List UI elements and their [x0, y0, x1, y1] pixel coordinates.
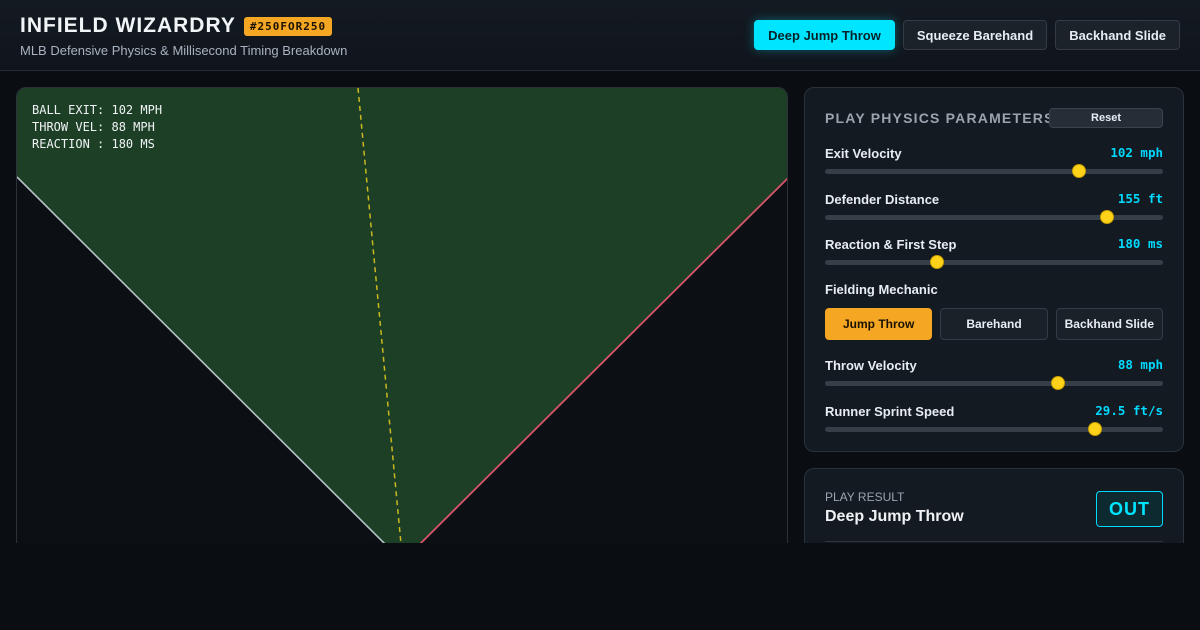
app-title: INFIELD WIZARDRY	[20, 14, 236, 37]
app-subtitle: MLB Defensive Physics & Millisecond Timi…	[20, 43, 348, 58]
fielding-mechanic-label: Fielding Mechanic	[825, 282, 938, 297]
preset-buttons: Deep Jump Throw Squeeze Barehand Backhan…	[754, 20, 1180, 50]
mechanic-backhand-slide-button[interactable]: Backhand Slide	[1055, 308, 1163, 340]
slider-label: Defender Distance	[825, 192, 940, 207]
slider-thumb[interactable]	[1050, 376, 1065, 390]
brand: INFIELD WIZARDRY #250FOR250 MLB Defensiv…	[20, 14, 347, 58]
slider-track[interactable]	[825, 422, 1163, 436]
physics-readout: BALL EXIT: 102 MPH THROW VEL: 88 MPH REA…	[32, 102, 162, 153]
physics-parameters-panel: PLAY PHYSICS PARAMETERS Reset Exit Veloc…	[804, 87, 1184, 452]
mechanic-barehand-button[interactable]: Barehand	[940, 308, 1048, 340]
slider-thumb[interactable]	[929, 255, 944, 269]
slider-track[interactable]	[825, 376, 1163, 390]
preset-squeeze-barehand-button[interactable]: Squeeze Barehand	[902, 20, 1048, 50]
slider-track[interactable]	[825, 255, 1163, 269]
result-label: PLAY RESULT	[825, 490, 905, 504]
throw-velocity-slider: Throw Velocity 88 mph	[825, 357, 1163, 392]
result-outcome-badge: OUT	[1096, 491, 1163, 527]
panel-title: PLAY PHYSICS PARAMETERS	[825, 110, 1055, 126]
slider-thumb[interactable]	[1099, 210, 1114, 224]
panel-header: PLAY PHYSICS PARAMETERS Reset	[825, 108, 1163, 128]
slider-label: Throw Velocity	[825, 358, 917, 373]
field-diagram	[17, 88, 787, 545]
defender-distance-slider: Defender Distance 155 ft	[825, 191, 1163, 226]
readout-reaction: REACTION : 180 MS	[32, 137, 155, 151]
slider-label: Reaction & First Step	[825, 237, 957, 252]
slider-track[interactable]	[825, 164, 1163, 178]
fielding-mechanic-group: Jump Throw Barehand Backhand Slide	[825, 308, 1163, 340]
runner-sprint-speed-slider: Runner Sprint Speed 29.5 ft/s	[825, 403, 1163, 438]
readout-ball-exit: BALL EXIT: 102 MPH	[32, 103, 163, 117]
result-play-name: Deep Jump Throw	[825, 508, 964, 525]
slider-thumb[interactable]	[1088, 422, 1103, 436]
app-header: INFIELD WIZARDRY #250FOR250 MLB Defensiv…	[0, 0, 1200, 71]
exit-velocity-slider: Exit Velocity 102 mph	[825, 145, 1163, 180]
mechanic-jump-throw-button[interactable]: Jump Throw	[825, 308, 933, 340]
result-divider	[825, 541, 1163, 542]
reaction-first-step-slider: Reaction & First Step 180 ms	[825, 236, 1163, 271]
slider-track[interactable]	[825, 210, 1163, 224]
slider-value: 88 mph	[1117, 357, 1163, 372]
slider-thumb[interactable]	[1071, 164, 1086, 178]
slider-value: 102 mph	[1110, 145, 1163, 160]
slider-value: 155 ft	[1117, 191, 1163, 206]
preset-backhand-slide-button[interactable]: Backhand Slide	[1055, 20, 1180, 50]
field-visualization: BALL EXIT: 102 MPH THROW VEL: 88 MPH REA…	[16, 87, 788, 557]
hashtag-badge: #250FOR250	[243, 16, 333, 36]
preset-deep-jump-throw-button[interactable]: Deep Jump Throw	[754, 20, 895, 50]
reset-button[interactable]: Reset	[1049, 108, 1163, 128]
slider-value: 29.5 ft/s	[1095, 403, 1163, 418]
readout-throw-velocity: THROW VEL: 88 MPH	[32, 120, 155, 134]
slider-label: Exit Velocity	[825, 146, 902, 161]
page-footer-area	[0, 543, 1200, 630]
slider-label: Runner Sprint Speed	[825, 404, 955, 419]
slider-value: 180 ms	[1117, 236, 1163, 251]
